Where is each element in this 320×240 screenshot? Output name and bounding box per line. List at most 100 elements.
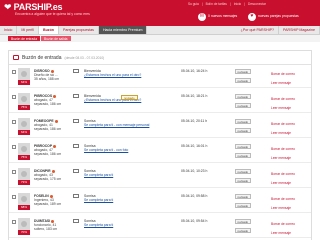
row-checkbox[interactable] bbox=[12, 95, 16, 99]
row-checkbox[interactable] bbox=[12, 170, 16, 174]
new-proposals-button[interactable]: ♥ nuevas parejas propuestas bbox=[248, 11, 299, 23]
top-link-home[interactable]: Inicio bbox=[234, 2, 241, 6]
reply-button[interactable]: revisado bbox=[235, 203, 251, 208]
tab-inbox[interactable]: Buzón bbox=[38, 26, 59, 34]
envelope-icon bbox=[73, 69, 79, 73]
read-message-link[interactable]: Leer mensaje bbox=[271, 104, 295, 113]
member-info: PIBROCOS abogado, 47 separado, 186 cm bbox=[34, 94, 70, 107]
row-actions: Borrar de correo Leer mensaje bbox=[271, 195, 295, 213]
tab-magazine[interactable]: PARSHIP Magazine bbox=[279, 26, 320, 34]
message-subject: Sonrisa Se completa para ti bbox=[84, 219, 174, 228]
message-link[interactable]: Se completa para ti - con mensaje person… bbox=[84, 123, 174, 127]
read-message-link[interactable]: Leer mensaje bbox=[271, 229, 295, 238]
reviewed-button[interactable]: revisado bbox=[235, 94, 251, 99]
message-row[interactable]: 75% PIBROCOS abogado, 47 separado, 186 c… bbox=[9, 91, 311, 113]
message-row[interactable]: 73% DICONPIR abogado, 43 separado, 175 c… bbox=[9, 166, 311, 188]
reply-button[interactable]: revisado bbox=[235, 178, 251, 183]
main-nav: Inicio Mi perfil Buzón Parejas propuesta… bbox=[0, 26, 320, 35]
top-link-guide[interactable]: Su guia bbox=[188, 2, 199, 6]
match-percent: 68% bbox=[18, 205, 30, 210]
new-messages-label: 0 nuevos mensajes bbox=[208, 14, 238, 19]
top-link-separator: | bbox=[244, 2, 246, 6]
message-row[interactable]: 64% DISROSO Diseño de sá ... 35 años, 18… bbox=[9, 66, 311, 88]
member-info: DICONPIR abogado, 43 separado, 175 cm bbox=[34, 169, 70, 182]
message-subject: Sonrisa Se completa para ti bbox=[84, 169, 174, 178]
row-checkbox[interactable] bbox=[12, 195, 16, 199]
message-link[interactable]: Se completa para ti bbox=[84, 173, 174, 177]
row-checkbox[interactable] bbox=[12, 120, 16, 124]
read-message-link[interactable]: Leer mensaje bbox=[271, 204, 295, 213]
reviewed-button[interactable]: revisado bbox=[235, 144, 251, 149]
message-row[interactable]: 64% FOMEOGPE abogado, 41 separado, 186 c… bbox=[9, 116, 311, 138]
sub-nav: Buzón de entrada Buzón de salida bbox=[0, 35, 320, 42]
member-details: 35 años, 188 cm bbox=[34, 77, 60, 82]
envelope-icon bbox=[73, 194, 79, 198]
delete-message-link[interactable]: Borrar de correo bbox=[271, 70, 295, 79]
delete-message-link[interactable]: Borrar de correo bbox=[271, 120, 295, 129]
subtab-outbox[interactable]: Buzón de salida bbox=[41, 35, 71, 42]
delete-message-link[interactable]: Borrar de correo bbox=[271, 220, 295, 229]
match-percent: 75% bbox=[18, 155, 30, 160]
envelope-icon bbox=[73, 219, 79, 223]
message-subject: Sonrisa Se completa para ti - con mensaj… bbox=[84, 119, 174, 128]
match-percent: 64% bbox=[18, 80, 30, 85]
message-link[interactable]: Se completa para ti - con foto bbox=[84, 148, 174, 152]
top-link-tariffs[interactable]: Bolín de tarifas bbox=[206, 2, 227, 6]
reviewed-button[interactable]: revisado bbox=[235, 169, 251, 174]
delete-message-link[interactable]: Borrar de correo bbox=[271, 195, 295, 204]
tab-home[interactable]: Inicio bbox=[0, 26, 18, 34]
tab-premium[interactable]: Hacia miembro Premium bbox=[98, 26, 148, 34]
nav-right: ¿Por qué PARSHIP? PARSHIP Magazine bbox=[237, 26, 320, 34]
match-percent: 75% bbox=[18, 105, 30, 110]
message-link[interactable]: Se completa para ti bbox=[84, 198, 174, 202]
message-row[interactable]: 70% DUIMTASI funcionario, 41 soltero, 18… bbox=[9, 216, 311, 238]
reviewed-button[interactable]: revisado bbox=[235, 219, 251, 224]
reply-button[interactable]: revisado bbox=[235, 78, 251, 83]
read-message-link[interactable]: Leer mensaje bbox=[271, 179, 295, 188]
message-date: 05.04.10, 09:54 h bbox=[181, 219, 208, 223]
online-dot-icon bbox=[50, 69, 54, 73]
envelope-icon bbox=[73, 94, 79, 98]
read-message-link[interactable]: Leer mensaje bbox=[271, 79, 295, 88]
member-info: DISROSO Diseño de sá ... 35 años, 188 cm bbox=[34, 69, 70, 82]
delete-message-link[interactable]: Borrar de correo bbox=[271, 170, 295, 179]
message-row[interactable]: 68% FOSELIN Ingeniero, 43 separado, 189 … bbox=[9, 191, 311, 213]
message-link[interactable]: ¿Estamos hechos el uno para el otro? bbox=[84, 73, 174, 77]
reply-button[interactable]: revisado bbox=[235, 128, 251, 133]
message-link[interactable]: Se completa para ti bbox=[84, 223, 174, 227]
reviewed-button[interactable]: revisado bbox=[235, 69, 251, 74]
member-details: soltero, 183 cm bbox=[34, 227, 58, 232]
top-links: Su guia | Bolín de tarifas | Inicio | De… bbox=[188, 2, 266, 6]
top-link-logout[interactable]: Desconectar bbox=[248, 2, 266, 6]
reply-button[interactable]: revisado bbox=[235, 228, 251, 233]
reply-button[interactable]: revisado bbox=[235, 103, 251, 108]
member-details: separado, 186 cm bbox=[34, 102, 62, 107]
new-messages-button[interactable]: ✉ 0 nuevos mensajes bbox=[198, 11, 237, 23]
read-message-link[interactable]: Leer mensaje bbox=[271, 129, 295, 138]
message-subject: Sonrisa Se completa para ti - con foto bbox=[84, 144, 174, 153]
subtab-inbox[interactable]: Buzón de entrada bbox=[8, 35, 41, 42]
online-dot-icon bbox=[49, 194, 53, 198]
reply-button[interactable]: revisado bbox=[235, 153, 251, 158]
tab-why-parship[interactable]: ¿Por qué PARSHIP? bbox=[237, 26, 279, 34]
member-info: FOMEOGPE abogado, 41 separado, 186 cm bbox=[34, 119, 70, 132]
message-date: 05.04.10, 18:21 h bbox=[181, 94, 208, 98]
message-date: 05.04.10, 10:23 h bbox=[181, 169, 208, 173]
delete-message-link[interactable]: Borrar de correo bbox=[271, 145, 295, 154]
delete-message-link[interactable]: Borrar de correo bbox=[271, 95, 295, 104]
tab-proposals[interactable]: Parejas propuestas bbox=[59, 26, 99, 34]
read-message-link[interactable]: Leer mensaje bbox=[271, 154, 295, 163]
message-row[interactable]: 75% PIBROCOP abogado, 47 separado, 186 c… bbox=[9, 141, 311, 163]
row-checkbox[interactable] bbox=[12, 220, 16, 224]
row-actions: Borrar de correo Leer mensaje bbox=[271, 95, 295, 113]
reviewed-button[interactable]: revisado bbox=[235, 119, 251, 124]
reviewed-button[interactable]: revisado bbox=[235, 194, 251, 199]
row-actions: Borrar de correo Leer mensaje bbox=[271, 145, 295, 163]
online-dot-icon bbox=[51, 169, 55, 173]
row-actions: Borrar de correo Leer mensaje bbox=[271, 220, 295, 238]
row-checkbox[interactable] bbox=[12, 145, 16, 149]
match-percent: 73% bbox=[18, 180, 30, 185]
tab-profile[interactable]: Mi perfil bbox=[17, 26, 39, 34]
logo-tagline: Encuentra a alguien que te quiera tal y … bbox=[15, 12, 90, 16]
row-checkbox[interactable] bbox=[12, 70, 16, 74]
